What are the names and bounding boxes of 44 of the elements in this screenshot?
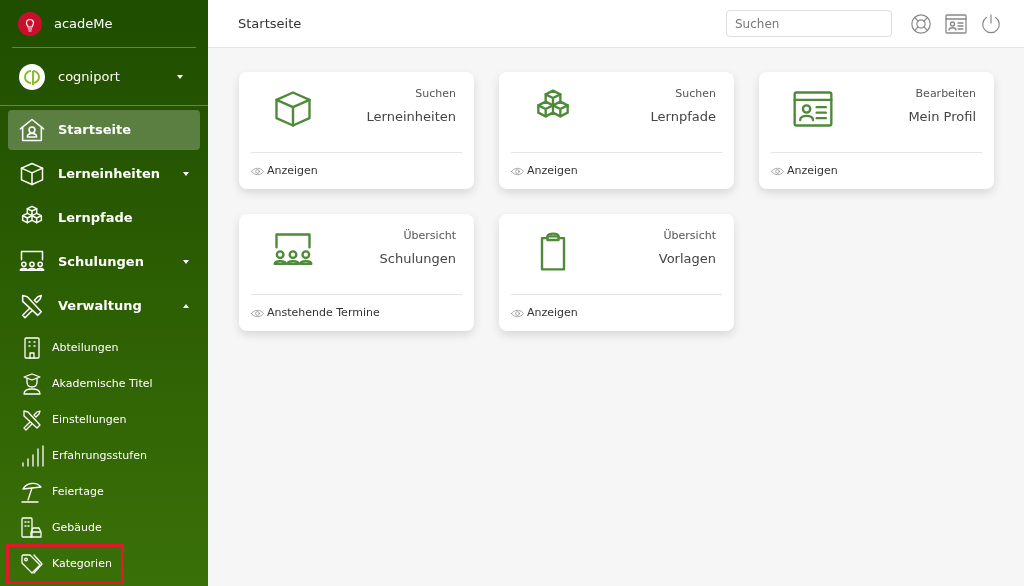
power-icon[interactable] — [980, 12, 1002, 35]
card-link[interactable]: Anstehende Termine — [251, 304, 380, 322]
building-car-icon — [20, 516, 44, 540]
card-caption: Übersicht — [663, 228, 716, 244]
nav-item[interactable]: Startseite — [8, 110, 200, 150]
nav-subitem[interactable]: Feiertage — [8, 474, 122, 510]
card-link[interactable]: Anzeigen — [771, 162, 838, 180]
organization-selector[interactable]: cogniport — [0, 48, 208, 106]
card-title: Lerneinheiten — [366, 107, 456, 126]
card-link[interactable]: Anzeigen — [511, 304, 578, 322]
umbrella-icon — [20, 480, 44, 504]
graduate-icon — [20, 372, 44, 396]
nav-subitem[interactable]: Einstellungen — [8, 402, 135, 438]
lightbulb-logo-icon — [18, 11, 42, 36]
card-title: Vorlagen — [658, 249, 716, 268]
card-title: Lernpfade — [650, 107, 716, 126]
app-name: acadeMe — [54, 14, 113, 33]
card-link[interactable]: Anzeigen — [511, 162, 578, 180]
nav-subitem[interactable]: Akademische Titel — [8, 366, 161, 402]
card-link[interactable]: Anzeigen — [251, 162, 318, 180]
nav-item[interactable]: Lernpfade — [8, 198, 200, 238]
card-title: Schulungen — [379, 249, 456, 268]
page-title: Startseite — [238, 14, 303, 33]
organization-logo-icon — [18, 62, 46, 91]
card-caption: Übersicht — [403, 228, 456, 244]
card-caption: Suchen — [415, 86, 456, 102]
nav-item[interactable]: Schulungen — [8, 242, 200, 282]
search-field[interactable]: Suchen — [726, 10, 892, 37]
bars-icon — [20, 444, 44, 468]
card-caption: Suchen — [675, 86, 716, 102]
nav-subitem[interactable]: Gebäude — [8, 510, 122, 546]
lifebuoy-icon[interactable] — [910, 12, 932, 35]
card-caption: Bearbeiten — [915, 86, 976, 102]
tag-icon — [20, 552, 44, 576]
id-card-icon[interactable] — [944, 11, 968, 36]
house-icon — [18, 116, 46, 144]
nav-subitem[interactable]: Abteilungen — [8, 330, 127, 366]
nav-item[interactable]: Lerneinheiten — [8, 154, 200, 194]
nav-item[interactable]: Verwaltung — [8, 286, 200, 326]
cube-icon — [18, 160, 46, 188]
tools-icon — [20, 408, 44, 432]
nav-subitem[interactable]: Kategorien — [8, 546, 122, 582]
nav-subitem[interactable]: Erfahrungsstufen — [8, 438, 155, 474]
card-title: Mein Profil — [908, 107, 976, 126]
